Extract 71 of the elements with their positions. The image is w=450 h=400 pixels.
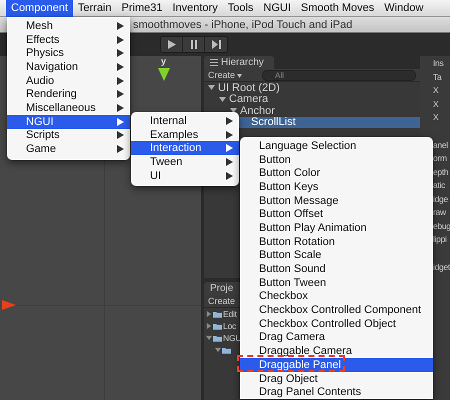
menu-item[interactable]: Button Play Animation xyxy=(240,221,433,235)
menu-item[interactable]: Rendering xyxy=(7,87,130,102)
menu-item[interactable]: Button Rotation xyxy=(240,234,433,248)
play-icon xyxy=(167,40,176,49)
project-item[interactable]: Edit xyxy=(223,309,237,319)
menu-item[interactable]: Button Keys xyxy=(240,180,433,194)
hierarchy-tab[interactable]: Hierarchy xyxy=(204,56,274,69)
inspector-label: anel xyxy=(433,140,449,151)
step-icon xyxy=(212,40,220,49)
menu-item[interactable]: Drag Object xyxy=(240,372,433,386)
menu-item[interactable]: Language Selection xyxy=(240,139,433,153)
menu-item[interactable]: Mesh xyxy=(7,19,130,33)
menu-item[interactable]: Audio xyxy=(7,74,130,88)
inspector-label: epth xyxy=(433,166,450,178)
menu-item[interactable]: Draggable Panel xyxy=(240,358,433,372)
inspector-label: X xyxy=(433,85,440,96)
menu-bar-item[interactable]: Terrain xyxy=(72,0,116,16)
menu-item[interactable]: Miscellaneous xyxy=(7,101,130,115)
expanded-triangle-icon[interactable] xyxy=(219,96,226,103)
menu-item[interactable]: Checkbox Controlled Component xyxy=(240,303,433,317)
menu-bar-item[interactable]: Component xyxy=(6,0,73,16)
inspector-label: X xyxy=(433,98,440,110)
hierarchy-item[interactable]: Anchor xyxy=(204,105,420,116)
menu-item[interactable]: Checkbox Controlled Object xyxy=(240,316,433,331)
collapsed-triangle-icon[interactable] xyxy=(206,323,212,329)
collapsed-triangle-icon[interactable] xyxy=(206,311,212,317)
menu-item[interactable]: Button Scale xyxy=(240,248,433,262)
inspector-label: raw xyxy=(433,207,448,218)
project-item[interactable]: Loc xyxy=(223,321,236,331)
window-title: smoothmoves - iPhone, iPod Touch and iPad xyxy=(133,18,352,30)
menu-item[interactable]: Effects xyxy=(7,32,130,46)
inspector-label: idge xyxy=(433,194,449,205)
menu-bar-item[interactable]: NGUI xyxy=(258,0,296,16)
create-dropdown[interactable]: Create xyxy=(208,296,236,306)
pause-icon xyxy=(190,40,198,49)
menu-item[interactable]: Drag Camera xyxy=(240,330,433,344)
y-axis-cone-icon[interactable] xyxy=(158,68,170,81)
inspector-label: X xyxy=(433,112,440,124)
menu-item[interactable]: Drag Panel Contents xyxy=(240,385,433,400)
menu-bar-item[interactable]: Tools xyxy=(222,0,258,16)
list-icon xyxy=(210,59,218,66)
menu-bar-item[interactable]: Inventory xyxy=(167,0,223,16)
menu-item[interactable]: Button xyxy=(240,152,433,166)
inspector-label: orm xyxy=(433,153,448,164)
menu-item[interactable]: Navigation xyxy=(7,60,130,74)
menu-bar-item[interactable]: Prime31 xyxy=(116,0,168,16)
menu-item[interactable]: Game xyxy=(7,142,130,156)
inspector-label: ebug xyxy=(433,220,450,232)
create-dropdown[interactable]: Create xyxy=(208,70,242,80)
inspector-tab[interactable]: Ins xyxy=(433,58,450,70)
menu-item[interactable]: Button Offset xyxy=(240,207,433,222)
menu-bar-item[interactable]: Window xyxy=(379,0,428,16)
menu-item[interactable]: Draggable Camera xyxy=(240,344,433,358)
menu-item[interactable]: Button Sound xyxy=(240,262,433,276)
menu-item[interactable]: Button Color xyxy=(240,166,433,180)
expanded-triangle-icon[interactable] xyxy=(230,107,237,114)
axis-label: y xyxy=(161,56,166,67)
expanded-triangle-icon[interactable] xyxy=(208,84,215,92)
menu-bar-item[interactable]: Smooth Moves xyxy=(296,0,380,16)
inspector-label: atic xyxy=(433,180,446,192)
inspector-label: Ta xyxy=(433,72,443,83)
search-field[interactable]: All xyxy=(262,70,416,80)
hierarchy-item[interactable]: Camera xyxy=(204,94,420,105)
menu-item[interactable]: NGUI xyxy=(7,114,130,128)
caret-icon xyxy=(237,74,242,78)
menu-item[interactable]: Interaction xyxy=(131,141,239,156)
menu-item[interactable]: Scripts xyxy=(7,128,130,142)
menu-item[interactable]: Button Message xyxy=(240,194,433,208)
hierarchy-item[interactable]: UI Root (2D) xyxy=(204,82,420,94)
inspector-label: idget xyxy=(433,262,450,273)
inspector-label: lippi xyxy=(433,234,448,246)
